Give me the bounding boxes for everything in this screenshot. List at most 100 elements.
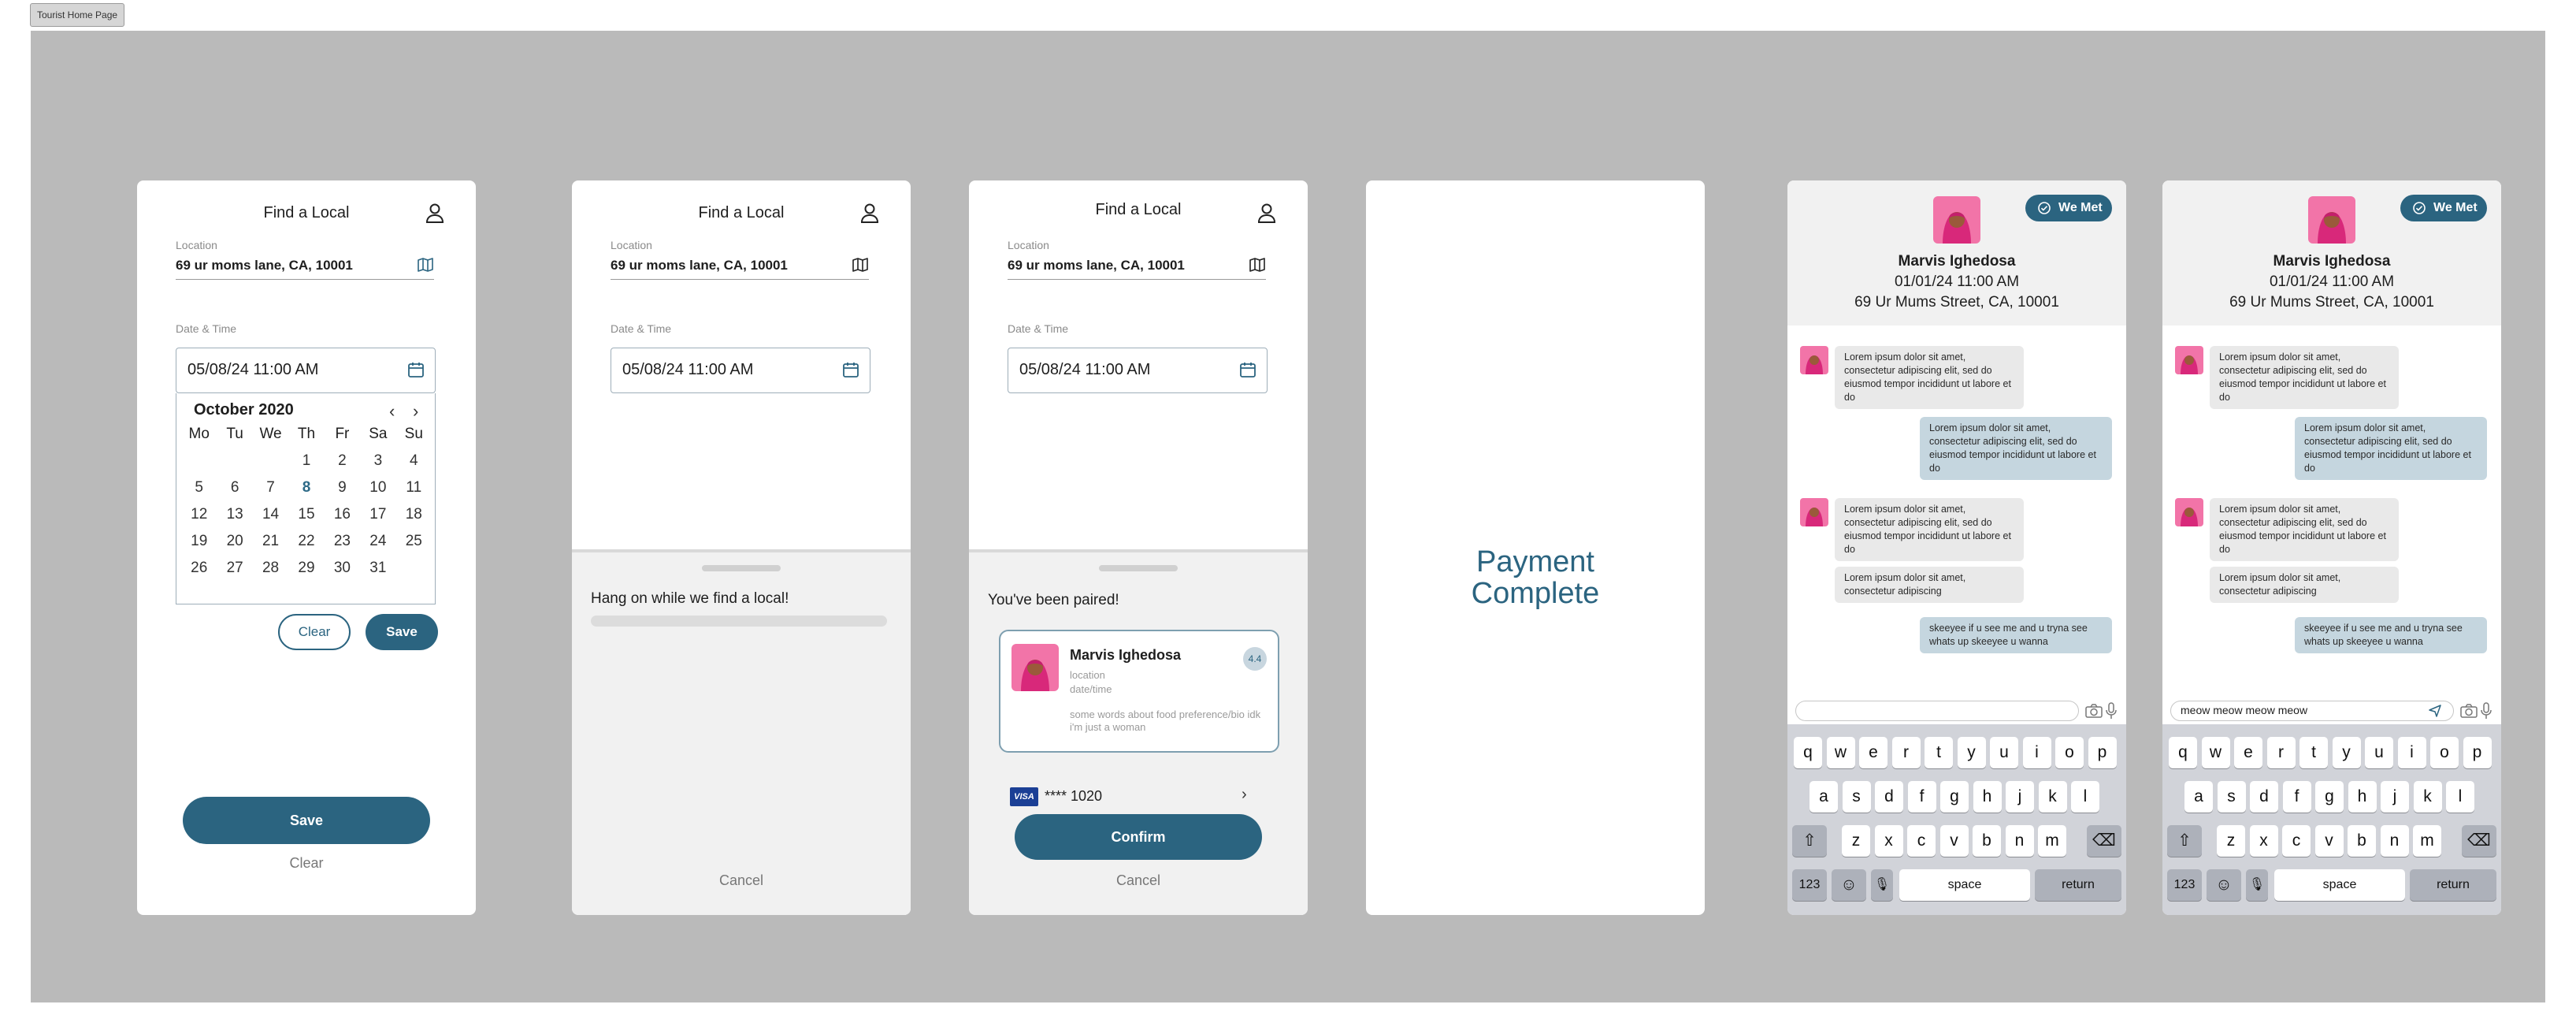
key-r[interactable]: r	[1891, 737, 1921, 768]
calendar-day[interactable]: 23	[325, 530, 360, 552]
key-g[interactable]: g	[2315, 781, 2344, 813]
calendar-day[interactable]: 4	[396, 450, 432, 472]
key-a[interactable]: a	[2184, 781, 2213, 813]
datetime-field[interactable]: 05/08/24 11:00 AM	[1008, 348, 1268, 393]
profile-icon[interactable]	[425, 203, 444, 223]
cancel-link[interactable]: Cancel	[572, 872, 911, 889]
confirm-button[interactable]: Confirm	[1015, 814, 1262, 860]
send-icon[interactable]	[2428, 704, 2442, 718]
key-v[interactable]: v	[1939, 825, 1969, 857]
calendar-day[interactable]: 8	[288, 477, 324, 499]
we-met-button[interactable]: We Met	[2025, 195, 2112, 221]
calendar-day[interactable]: 19	[181, 530, 217, 552]
calendar-day[interactable]: 2	[325, 450, 360, 472]
dictation-key-icon[interactable]: 🎙	[1871, 869, 1893, 901]
key-a[interactable]: a	[1810, 781, 1838, 813]
shift-key-icon[interactable]: ⇧	[1792, 825, 1827, 857]
calendar-clear-button[interactable]: Clear	[278, 614, 351, 650]
key-i[interactable]: i	[2397, 737, 2426, 768]
numbers-key[interactable]: 123	[2167, 869, 2202, 901]
calendar-day[interactable]: 27	[217, 557, 252, 579]
chevron-right-icon[interactable]: ›	[1242, 786, 1247, 804]
key-o[interactable]: o	[2055, 737, 2084, 768]
chat-message-input[interactable]: meow meow meow meow	[2170, 701, 2454, 721]
calendar-day[interactable]: 26	[181, 557, 217, 579]
key-r[interactable]: r	[2266, 737, 2296, 768]
map-icon[interactable]	[1249, 256, 1266, 273]
datetime-field[interactable]: 05/08/24 11:00 AM	[611, 348, 870, 393]
save-button[interactable]: Save	[183, 797, 430, 844]
datetime-field[interactable]: 05/08/24 11:00 AM	[176, 348, 436, 393]
key-s[interactable]: s	[2217, 781, 2246, 813]
calendar-day[interactable]: 22	[288, 530, 324, 552]
sheet-handle[interactable]	[702, 565, 781, 571]
numbers-key[interactable]: 123	[1792, 869, 1827, 901]
location-field[interactable]: 69 ur moms lane, CA, 10001	[1008, 253, 1266, 280]
emoji-key-icon[interactable]: ☺	[1832, 869, 1866, 901]
calendar-icon[interactable]	[406, 360, 425, 379]
calendar-day[interactable]: 24	[360, 530, 395, 552]
map-icon[interactable]	[417, 256, 434, 273]
key-z[interactable]: z	[2217, 825, 2245, 857]
backspace-key-icon[interactable]: ⌫	[2462, 825, 2496, 857]
key-i[interactable]: i	[2022, 737, 2051, 768]
key-s[interactable]: s	[1842, 781, 1871, 813]
map-icon[interactable]	[852, 256, 869, 273]
calendar-day[interactable]: 18	[396, 504, 432, 526]
key-w[interactable]: w	[2201, 737, 2230, 768]
return-key[interactable]: return	[2410, 869, 2496, 901]
key-t[interactable]: t	[1925, 737, 1953, 768]
space-key[interactable]: space	[2274, 869, 2405, 901]
calendar-day[interactable]: 11	[396, 477, 432, 499]
key-w[interactable]: w	[1826, 737, 1855, 768]
calendar-day[interactable]: 31	[360, 557, 395, 579]
cancel-link[interactable]: Cancel	[969, 872, 1308, 889]
chevron-right-icon[interactable]: ›	[413, 401, 418, 422]
key-x[interactable]: x	[1874, 825, 1903, 857]
chat-message-input[interactable]	[1795, 701, 2079, 721]
dictation-key-icon[interactable]: 🎙	[2246, 869, 2268, 901]
calendar-day[interactable]: 1	[288, 450, 324, 472]
calendar-save-button[interactable]: Save	[366, 614, 438, 650]
key-v[interactable]: v	[2314, 825, 2344, 857]
key-c[interactable]: c	[1907, 825, 1936, 857]
key-x[interactable]: x	[2249, 825, 2278, 857]
key-q[interactable]: q	[2169, 737, 2197, 768]
key-p[interactable]: p	[2463, 737, 2492, 768]
camera-icon[interactable]	[2460, 704, 2478, 718]
profile-icon[interactable]	[860, 203, 879, 223]
key-b[interactable]: b	[1973, 825, 2001, 857]
return-key[interactable]: return	[2035, 869, 2121, 901]
shift-key-icon[interactable]: ⇧	[2167, 825, 2202, 857]
key-f[interactable]: f	[1907, 781, 1936, 813]
calendar-day[interactable]: 28	[253, 557, 288, 579]
calendar-day[interactable]: 29	[288, 557, 324, 579]
backspace-key-icon[interactable]: ⌫	[2087, 825, 2121, 857]
key-l[interactable]: l	[2071, 781, 2099, 813]
key-k[interactable]: k	[2038, 781, 2067, 813]
key-n[interactable]: n	[2005, 825, 2034, 857]
key-o[interactable]: o	[2430, 737, 2459, 768]
calendar-day[interactable]: 21	[253, 530, 288, 552]
key-k[interactable]: k	[2413, 781, 2442, 813]
clear-link[interactable]: Clear	[137, 855, 476, 872]
key-b[interactable]: b	[2348, 825, 2376, 857]
emoji-key-icon[interactable]: ☺	[2207, 869, 2241, 901]
calendar-day[interactable]: 10	[360, 477, 395, 499]
key-p[interactable]: p	[2088, 737, 2117, 768]
key-t[interactable]: t	[2299, 737, 2328, 768]
calendar-icon[interactable]	[841, 360, 860, 379]
calendar-day[interactable]: 12	[181, 504, 217, 526]
key-d[interactable]: d	[2250, 781, 2278, 813]
calendar-day[interactable]: 17	[360, 504, 395, 526]
calendar-day[interactable]: 20	[217, 530, 252, 552]
space-key[interactable]: space	[1899, 869, 2030, 901]
chevron-left-icon[interactable]: ‹	[389, 401, 395, 422]
key-u[interactable]: u	[2365, 737, 2393, 768]
key-j[interactable]: j	[2006, 781, 2034, 813]
key-e[interactable]: e	[1859, 737, 1887, 768]
key-j[interactable]: j	[2381, 781, 2409, 813]
we-met-button[interactable]: We Met	[2400, 195, 2487, 221]
key-m[interactable]: m	[2038, 825, 2066, 857]
key-h[interactable]: h	[1973, 781, 2002, 813]
